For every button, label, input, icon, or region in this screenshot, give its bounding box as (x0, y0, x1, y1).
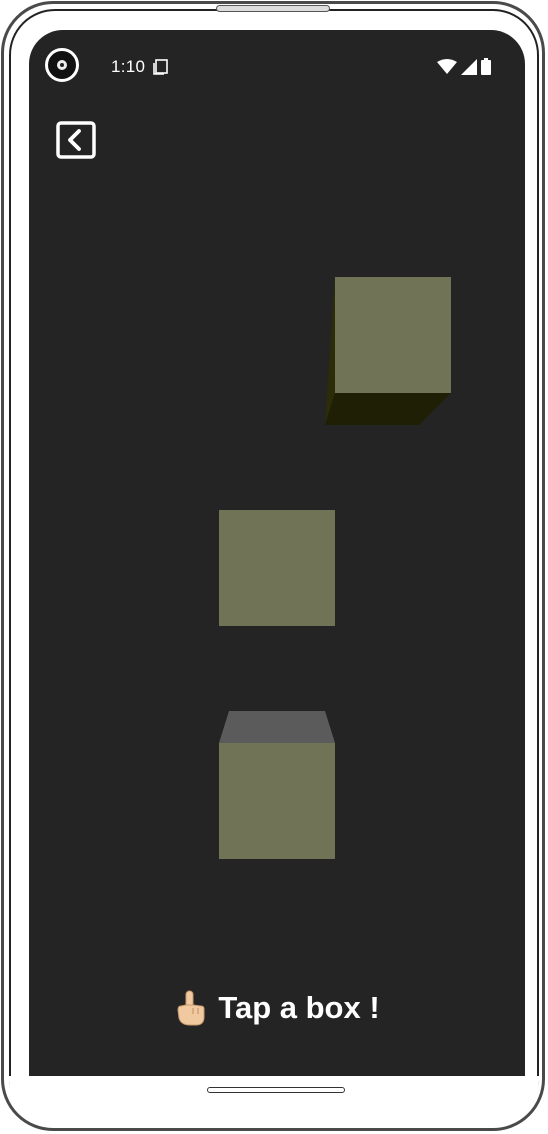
box-3-top-side (219, 711, 335, 743)
box-2[interactable] (219, 510, 335, 626)
tap-prompt: Tap a box ! (29, 990, 525, 1026)
box-3[interactable] (219, 711, 335, 859)
app-screen: 1:10 Tap a box ! (29, 30, 525, 1076)
pointing-hand-icon (177, 990, 205, 1026)
navigation-bar (9, 1076, 539, 1126)
box-3-front-face (219, 743, 335, 859)
box-1[interactable] (325, 277, 451, 425)
speaker-slot (216, 5, 330, 12)
box-2-front-face (219, 510, 335, 626)
box-scene (219, 277, 451, 859)
box-1-front-face (335, 277, 451, 393)
prompt-text: Tap a box ! (218, 990, 380, 1025)
home-indicator[interactable] (207, 1087, 345, 1093)
box-1-bottom-side (325, 393, 451, 425)
